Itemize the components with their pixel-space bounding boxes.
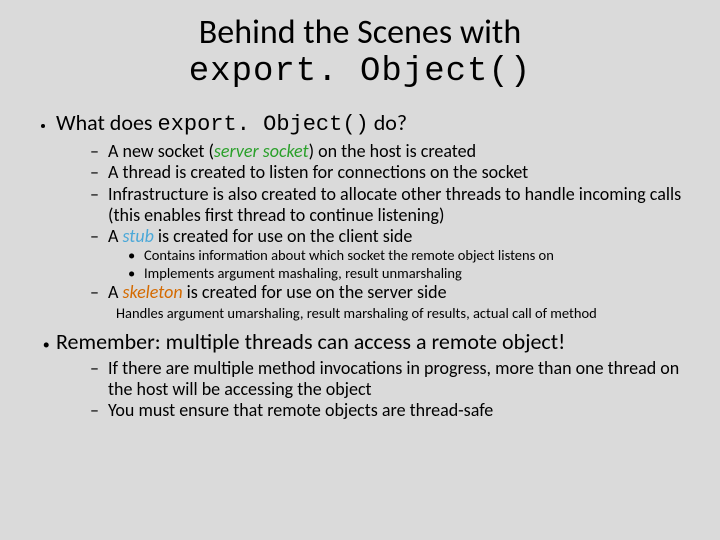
title-code: export. Object() [189,53,531,91]
s1a: A new socket ( [108,140,214,162]
question-pre: What does [56,109,158,136]
step-skeleton: A skeleton is created for use on the ser… [90,282,690,303]
s5b: skeleton [122,281,182,303]
question-item: What does export. Object() do? A new soc… [56,110,690,323]
s1b: server socket [214,140,309,162]
steps-list: A new socket (server socket) on the host… [56,141,690,303]
step-infra: Infrastructure is also created to alloca… [90,184,690,226]
remember-1: If there are multiple method invocations… [90,358,690,400]
slide-title: Behind the Scenes with export. Object() [30,14,690,92]
slide: Behind the Scenes with export. Object() … [0,0,720,540]
step-stub: A stub is created for use on the client … [90,226,690,282]
title-line1: Behind the Scenes with [199,12,521,53]
remember-2: You must ensure that remote objects are … [90,400,690,421]
remember-list: If there are multiple method invocations… [56,358,690,422]
skeleton-note: Handles argument umarshaling, result mar… [116,305,690,322]
step-thread: A thread is created to listen for connec… [90,162,690,183]
question-post: do? [369,109,407,136]
s4b: stub [122,225,153,247]
stub-detail-2: Implements argument mashaling, result un… [128,265,690,282]
stub-detail-1: Contains information about which socket … [128,247,690,264]
s1c: ) on the host is created [309,140,477,162]
remember-item: Remember: multiple threads can access a … [56,329,690,422]
question-code: export. Object() [158,112,369,137]
content-list: What does export. Object() do? A new soc… [30,110,690,422]
s4c: is created for use on the client side [154,225,413,247]
remember-head: Remember: multiple threads can access a … [56,328,565,355]
step-socket: A new socket (server socket) on the host… [90,141,690,162]
s5c: is created for use on the server side [183,281,447,303]
s5a: A [108,281,122,303]
stub-details: Contains information about which socket … [108,247,690,282]
s4a: A [108,225,122,247]
